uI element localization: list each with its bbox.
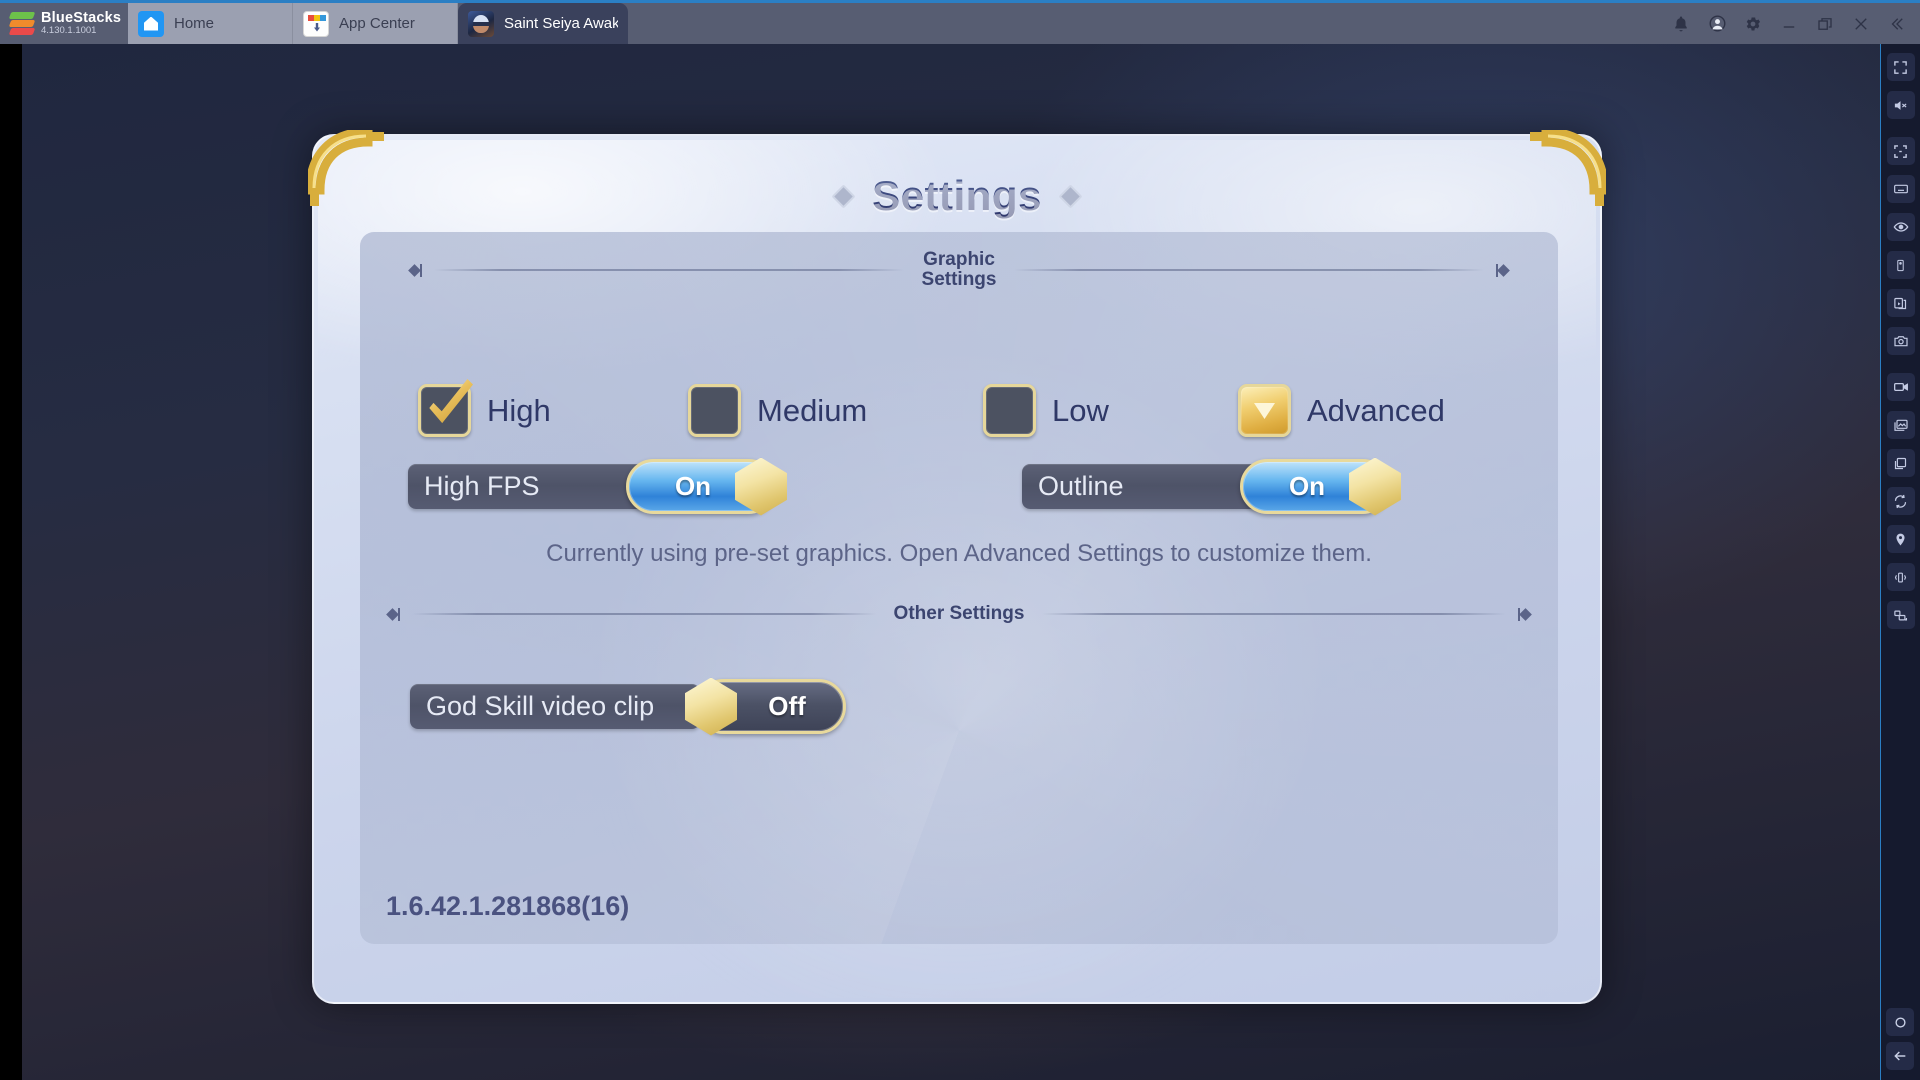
fullscreen-icon[interactable] [1886, 53, 1915, 81]
fit-to-screen-icon[interactable] [1886, 137, 1915, 165]
tab-saint-seiya-label: Saint Seiya Awakeni [504, 15, 618, 32]
bluestacks-sidebar [1880, 44, 1920, 1080]
high-fps-toggle[interactable]: On [626, 457, 787, 516]
quality-option-advanced-label: Advanced [1307, 392, 1445, 428]
divider-line-left [434, 268, 904, 271]
toggle-knob-icon[interactable] [735, 457, 787, 516]
tab-app-center[interactable]: App Center [293, 3, 458, 44]
maximize-button[interactable] [1808, 3, 1842, 44]
toggle-knob-icon[interactable] [1349, 457, 1401, 516]
other-settings-label: Other Settings [893, 603, 1025, 624]
home-icon [138, 10, 164, 37]
outline-pill: Outline On [1022, 457, 1401, 516]
tab-app-center-label: App Center [339, 15, 415, 32]
quality-option-high-label: High [487, 392, 551, 428]
quality-option-advanced[interactable]: Advanced [1238, 384, 1445, 437]
divider-line-left [412, 612, 876, 615]
rotate-device-icon[interactable] [1886, 251, 1915, 279]
close-button[interactable] [1844, 3, 1878, 44]
outline-label: Outline [1038, 471, 1124, 501]
eye-icon[interactable] [1886, 213, 1915, 241]
game-viewport[interactable]: Settings Graphic Settings High Medium Lo… [22, 44, 1898, 1080]
outline-row: Outline On [1022, 457, 1401, 516]
divider-line-right [1014, 268, 1485, 271]
divider-cap-right-icon [1506, 607, 1532, 621]
location-pin-icon[interactable] [1886, 525, 1915, 553]
quality-option-medium[interactable]: Medium [688, 384, 983, 437]
graphic-settings-divider: Graphic Settings [408, 250, 1510, 290]
divider-line-right [1042, 612, 1506, 615]
tab-home[interactable]: Home [128, 3, 293, 44]
titlebar-spacer [628, 3, 1664, 44]
graphic-quality-options: High Medium Low Advanced [418, 384, 1508, 437]
divider-cap-right-icon [1484, 263, 1510, 277]
tab-home-label: Home [174, 15, 215, 32]
notifications-button[interactable] [1664, 3, 1698, 44]
shake-icon[interactable] [1886, 563, 1915, 591]
god-skill-video-clip-toggle-value: Off [768, 691, 806, 721]
home-circle-button[interactable] [1886, 1008, 1914, 1036]
tab-saint-seiya-awakening[interactable]: Saint Seiya Awakeni [458, 3, 628, 44]
brand-name: BlueStacks [41, 9, 122, 26]
divider-cap-left-icon [386, 607, 412, 621]
dialog-title-bar: Settings [314, 172, 1600, 220]
settings-button[interactable] [1736, 3, 1770, 44]
video-record-icon[interactable] [1886, 373, 1915, 401]
keyboard-icon[interactable] [1886, 175, 1915, 203]
bluestacks-titlebar: BlueStacks 4.130.1.1001 Home App Center … [0, 0, 1920, 44]
chevron-down-icon[interactable] [1238, 384, 1291, 437]
screenshot-camera-icon[interactable] [1886, 327, 1915, 355]
toggle-knob-icon[interactable] [685, 677, 737, 736]
emulator-stage: Settings Graphic Settings High Medium Lo… [0, 44, 1920, 1080]
god-skill-video-clip-row: God Skill video clip Off [410, 677, 846, 736]
app-center-icon [303, 10, 329, 37]
quality-option-medium-label: Medium [757, 392, 868, 428]
other-settings-divider: Other Settings [386, 604, 1532, 624]
god-skill-video-clip-pill: God Skill video clip Off [410, 677, 846, 736]
divider-cap-left-icon [408, 263, 434, 277]
graphic-settings-label: Graphic Settings [921, 249, 997, 290]
quality-option-high[interactable]: High [418, 384, 688, 437]
sidebar-nav [1886, 1008, 1914, 1070]
high-fps-toggle-value: On [674, 471, 712, 501]
mute-icon[interactable] [1886, 91, 1915, 119]
back-button[interactable] [1886, 1042, 1914, 1070]
empty-checkbox-icon[interactable] [983, 384, 1036, 437]
title-diamond-right-icon [1058, 183, 1083, 209]
macro-icon[interactable] [1886, 601, 1915, 629]
account-button[interactable] [1700, 3, 1734, 44]
minimize-button[interactable] [1772, 3, 1806, 44]
empty-checkbox-icon[interactable] [688, 384, 741, 437]
settings-dialog: Settings Graphic Settings High Medium Lo… [308, 130, 1606, 1004]
media-manager-icon[interactable] [1886, 411, 1915, 439]
checkmark-icon[interactable] [418, 384, 471, 437]
high-fps-pill: High FPS On [408, 457, 787, 516]
outline-toggle[interactable]: On [1240, 457, 1401, 516]
god-skill-video-clip-toggle[interactable]: Off [685, 677, 846, 736]
high-fps-label: High FPS [424, 471, 540, 501]
outline-toggle-value: On [1288, 471, 1326, 501]
god-skill-video-clip-label: God Skill video clip [426, 691, 655, 721]
graphic-settings-hint: Currently using pre-set graphics. Open A… [546, 540, 1372, 567]
sync-icon[interactable] [1886, 487, 1915, 515]
high-fps-row: High FPS On [408, 457, 787, 516]
brand-version: 4.130.1.1001 [41, 25, 97, 37]
multi-instance-icon[interactable] [1886, 289, 1915, 317]
clone-instance-icon[interactable] [1886, 449, 1915, 477]
quality-option-low-label: Low [1052, 392, 1109, 428]
bluestacks-logo-icon [8, 11, 36, 36]
game-version-label: 1.6.42.1.281868(16) [386, 891, 630, 921]
brand-area: BlueStacks 4.130.1.1001 [0, 3, 128, 44]
page-title: Settings [872, 172, 1042, 219]
window-controls [1664, 3, 1920, 44]
settings-panel: Graphic Settings High Medium Low Advance… [360, 232, 1558, 944]
title-diamond-left-icon [831, 183, 856, 209]
quality-option-low[interactable]: Low [983, 384, 1238, 437]
game-icon [468, 10, 494, 37]
collapse-sidebar-button[interactable] [1880, 3, 1914, 44]
